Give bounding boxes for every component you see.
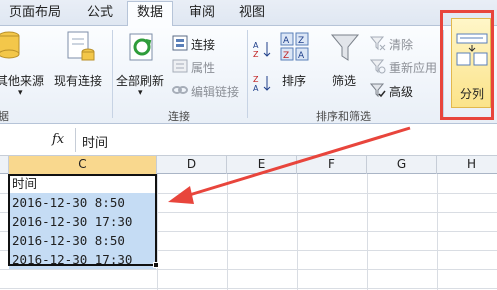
annotation-arrow [168, 126, 411, 204]
